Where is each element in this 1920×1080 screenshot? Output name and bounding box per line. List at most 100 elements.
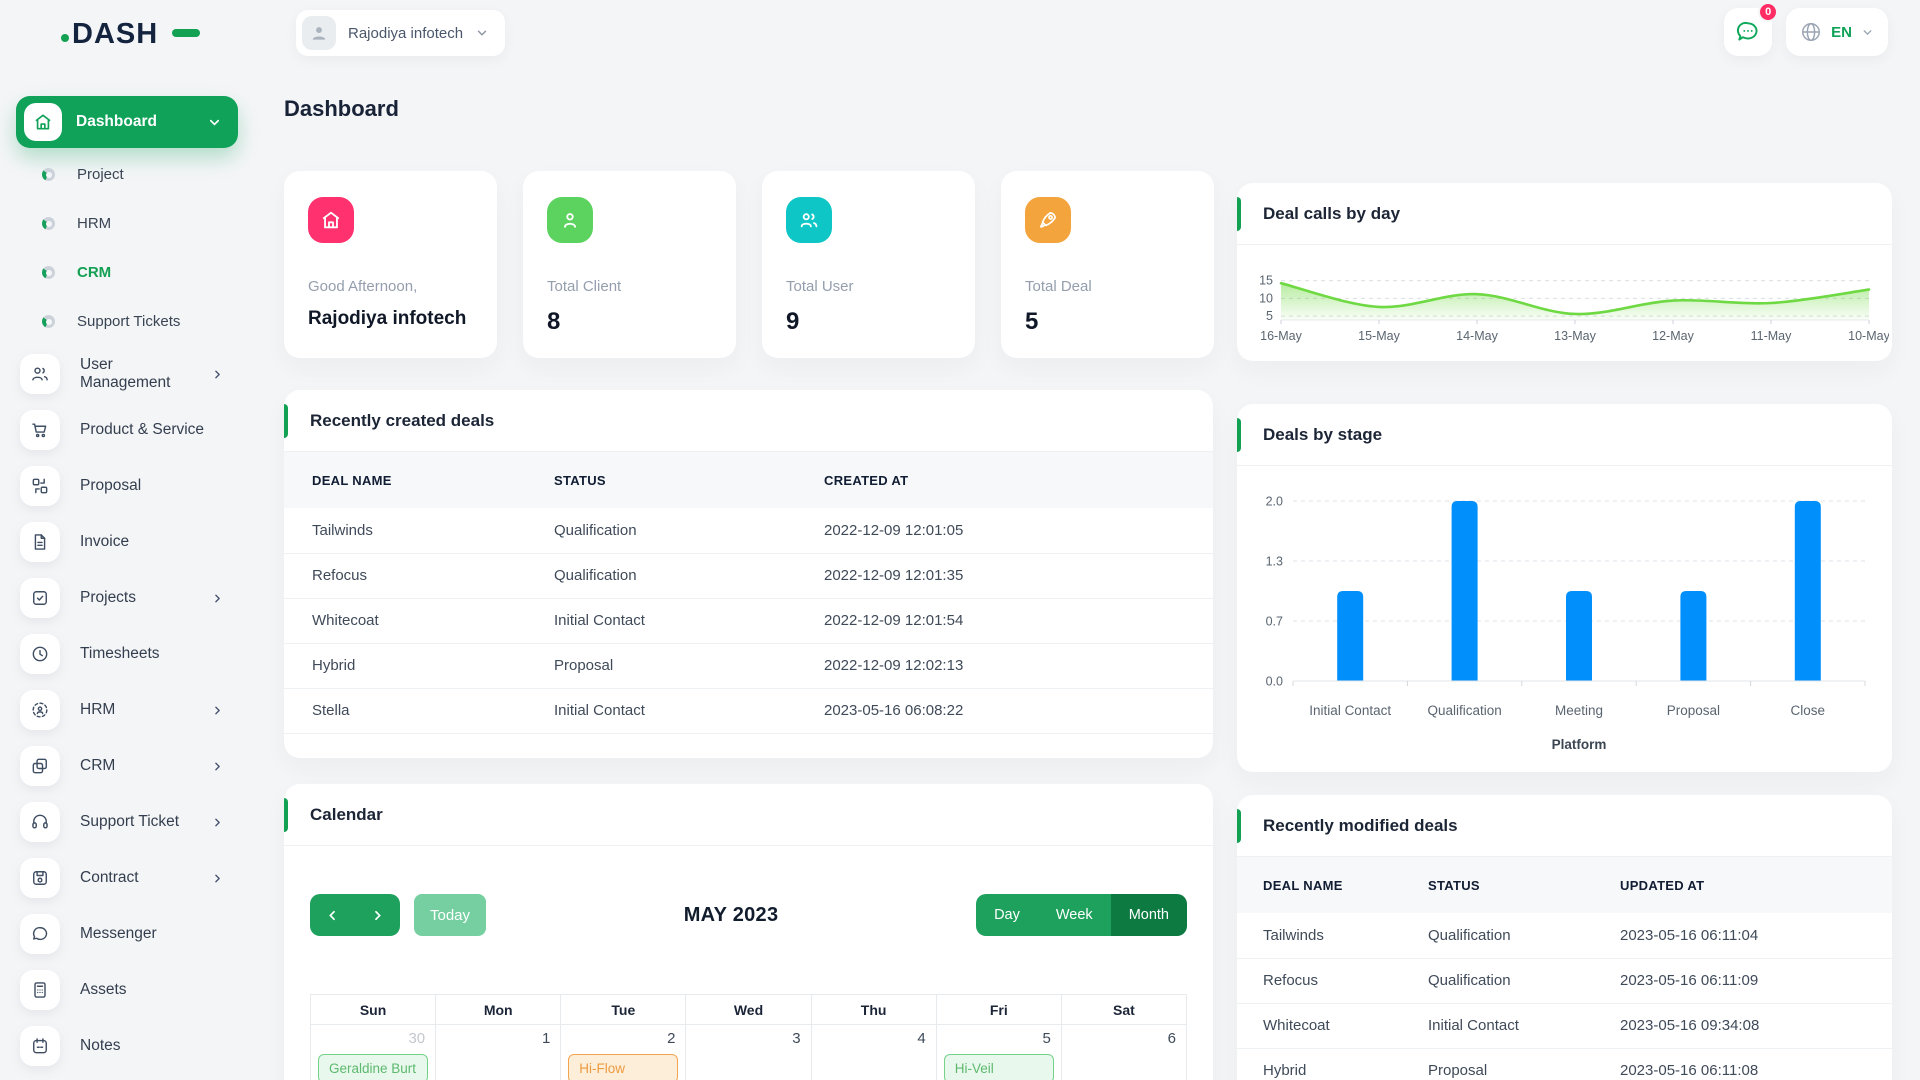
table-row: Refocus Qualification 2023-05-16 06:11:0…: [1237, 958, 1892, 1003]
sidebar-item-user-management[interactable]: User Management: [0, 346, 264, 402]
calendar-event[interactable]: Hi-Flow: [568, 1054, 679, 1080]
stat-label: Good Afternoon,: [308, 278, 418, 295]
calendar-event[interactable]: Geraldine Burt: [318, 1054, 429, 1080]
svg-text:10-May: 10-May: [1848, 329, 1889, 343]
calendar-cell[interactable]: 4: [810, 1024, 937, 1080]
created-at-cell: 2022-12-09 12:01:05: [824, 521, 964, 539]
stat-value: 8: [547, 308, 561, 335]
users-icon: [20, 354, 60, 394]
calendar-event[interactable]: Hi-Veil: [943, 1054, 1054, 1080]
chevron-right-icon: [211, 872, 224, 885]
calendar-toolbar: Today MAY 2023 Day Week Month: [310, 894, 1187, 936]
sidebar-item-product-service[interactable]: Product & Service: [0, 402, 264, 458]
sidebar-item-notes[interactable]: Notes: [0, 1018, 264, 1074]
hrm-icon: [20, 690, 60, 730]
calendar-cell[interactable]: 2 Hi-Flow: [560, 1024, 687, 1080]
panel-title: Calendar: [284, 784, 1213, 846]
sidebar-item-crm[interactable]: CRM: [0, 248, 264, 297]
column-header: CREATED AT: [824, 472, 909, 488]
updated-at-cell: 2023-05-16 06:11:08: [1620, 1062, 1759, 1079]
status-cell: Qualification: [554, 521, 637, 539]
table-row: Hybrid Proposal 2022-12-09 12:02:13: [284, 643, 1213, 688]
workspace-selector[interactable]: Rajodiya infotech: [296, 10, 506, 56]
calendar-cell[interactable]: 5 Hi-Veil: [935, 1024, 1062, 1080]
date-number: 5: [1042, 1030, 1051, 1047]
table-row: Stella Initial Contact 2023-05-16 06:08:…: [284, 688, 1213, 733]
view-month-button[interactable]: Month: [1110, 894, 1187, 936]
svg-text:16-May: 16-May: [1260, 329, 1302, 343]
sidebar-item-label: Invoice: [80, 533, 130, 550]
total-client-card: Total Client 8: [523, 171, 736, 358]
language-selector[interactable]: EN: [1786, 8, 1888, 56]
calendar-cell[interactable]: 3: [685, 1024, 812, 1080]
svg-text:10: 10: [1259, 291, 1273, 305]
stat-label: Total User: [786, 278, 854, 295]
calendar-cell[interactable]: 30 Geraldine Burt: [309, 1024, 437, 1080]
prev-month-button[interactable]: [310, 894, 355, 936]
status-cell: Qualification: [554, 567, 637, 584]
date-number: 1: [541, 1030, 551, 1047]
language-code: EN: [1831, 23, 1852, 41]
sidebar-item-label: Support Ticket: [80, 813, 180, 830]
view-day-button[interactable]: Day: [976, 894, 1038, 936]
messages-button[interactable]: 0: [1724, 2, 1779, 56]
status-cell: Qualification: [1428, 972, 1511, 989]
chevron-right-icon: [211, 704, 224, 717]
sidebar-item-project[interactable]: Project: [0, 150, 264, 199]
ring-icon: [42, 266, 55, 279]
table-row: Hybrid Proposal 2023-05-16 06:11:08: [1237, 1048, 1892, 1080]
sidebar-item-label: Dashboard: [76, 113, 157, 130]
date-number: 6: [1167, 1030, 1176, 1047]
home-icon: [308, 197, 354, 243]
svg-text:0.7: 0.7: [1266, 614, 1283, 628]
company-name: Rajodiya infotech: [348, 24, 464, 42]
sidebar: Dashboard Project HRM CRM Support Ticket…: [0, 96, 264, 1074]
person-icon: [547, 197, 593, 243]
contract-icon: [20, 858, 60, 898]
status-cell: Initial Contact: [554, 702, 645, 719]
calendar-month-title: MAY 2023: [683, 903, 779, 926]
svg-text:14-May: 14-May: [1456, 329, 1498, 343]
next-month-button[interactable]: [355, 894, 400, 936]
sidebar-item-dashboard[interactable]: Dashboard: [16, 96, 238, 148]
sidebar-item-crm-group[interactable]: CRM: [0, 738, 264, 794]
sidebar-item-timesheets[interactable]: Timesheets: [0, 626, 264, 682]
sidebar-item-projects[interactable]: Projects: [0, 570, 264, 626]
calendar-cell[interactable]: 1: [435, 1024, 562, 1080]
deals-by-stage-panel: Deals by stage 0.0 0.7 1.3 2.0 Initial Conta…: [1237, 404, 1892, 772]
dash-logo-icon: DASH: [61, 18, 200, 50]
people-icon: [786, 197, 832, 243]
chevron-right-icon: [211, 760, 224, 773]
svg-text:Proposal: Proposal: [1667, 703, 1720, 718]
status-cell: Initial Contact: [1428, 1017, 1519, 1034]
company-avatar: [302, 16, 336, 50]
status-cell: Initial Contact: [554, 612, 645, 629]
table-row: Whitecoat Initial Contact 2022-12-09 12:…: [284, 598, 1213, 643]
today-button[interactable]: Today: [414, 894, 487, 936]
project-check-icon: [20, 578, 60, 618]
notification-badge: 0: [1758, 2, 1779, 22]
sidebar-item-messenger[interactable]: Messenger: [0, 906, 264, 962]
sidebar-item-proposal[interactable]: Proposal: [0, 458, 264, 514]
sidebar-item-invoice[interactable]: Invoice: [0, 514, 264, 570]
sidebar-item-support-tickets[interactable]: Support Tickets: [0, 297, 264, 346]
day-header: Fri: [935, 994, 1062, 1025]
greeting-card: Good Afternoon, Rajodiya infotech: [284, 171, 497, 358]
app-logo[interactable]: DASH: [60, 14, 210, 57]
sidebar-item-contract[interactable]: Contract: [0, 850, 264, 906]
sidebar-item-hrm-group[interactable]: HRM: [0, 682, 264, 738]
calendar-view-toggle: Day Week Month: [976, 894, 1187, 936]
updated-at-cell: 2023-05-16 06:11:04: [1620, 926, 1759, 944]
status-cell: Qualification: [1428, 926, 1511, 944]
chat-bubble-icon: [20, 914, 60, 954]
sidebar-item-assets[interactable]: Assets: [0, 962, 264, 1018]
table-row: Whitecoat Initial Contact 2023-05-16 09:…: [1237, 1003, 1892, 1048]
view-week-button[interactable]: Week: [1037, 894, 1111, 936]
calendar-cell[interactable]: 6: [1060, 1024, 1188, 1080]
headset-icon: [20, 802, 60, 842]
sidebar-item-hrm[interactable]: HRM: [0, 199, 264, 248]
day-header: Mon: [435, 994, 562, 1025]
deal-name-cell: Hybrid: [312, 657, 356, 674]
sidebar-item-support-ticket-group[interactable]: Support Ticket: [0, 794, 264, 850]
day-header: Wed: [685, 994, 812, 1025]
